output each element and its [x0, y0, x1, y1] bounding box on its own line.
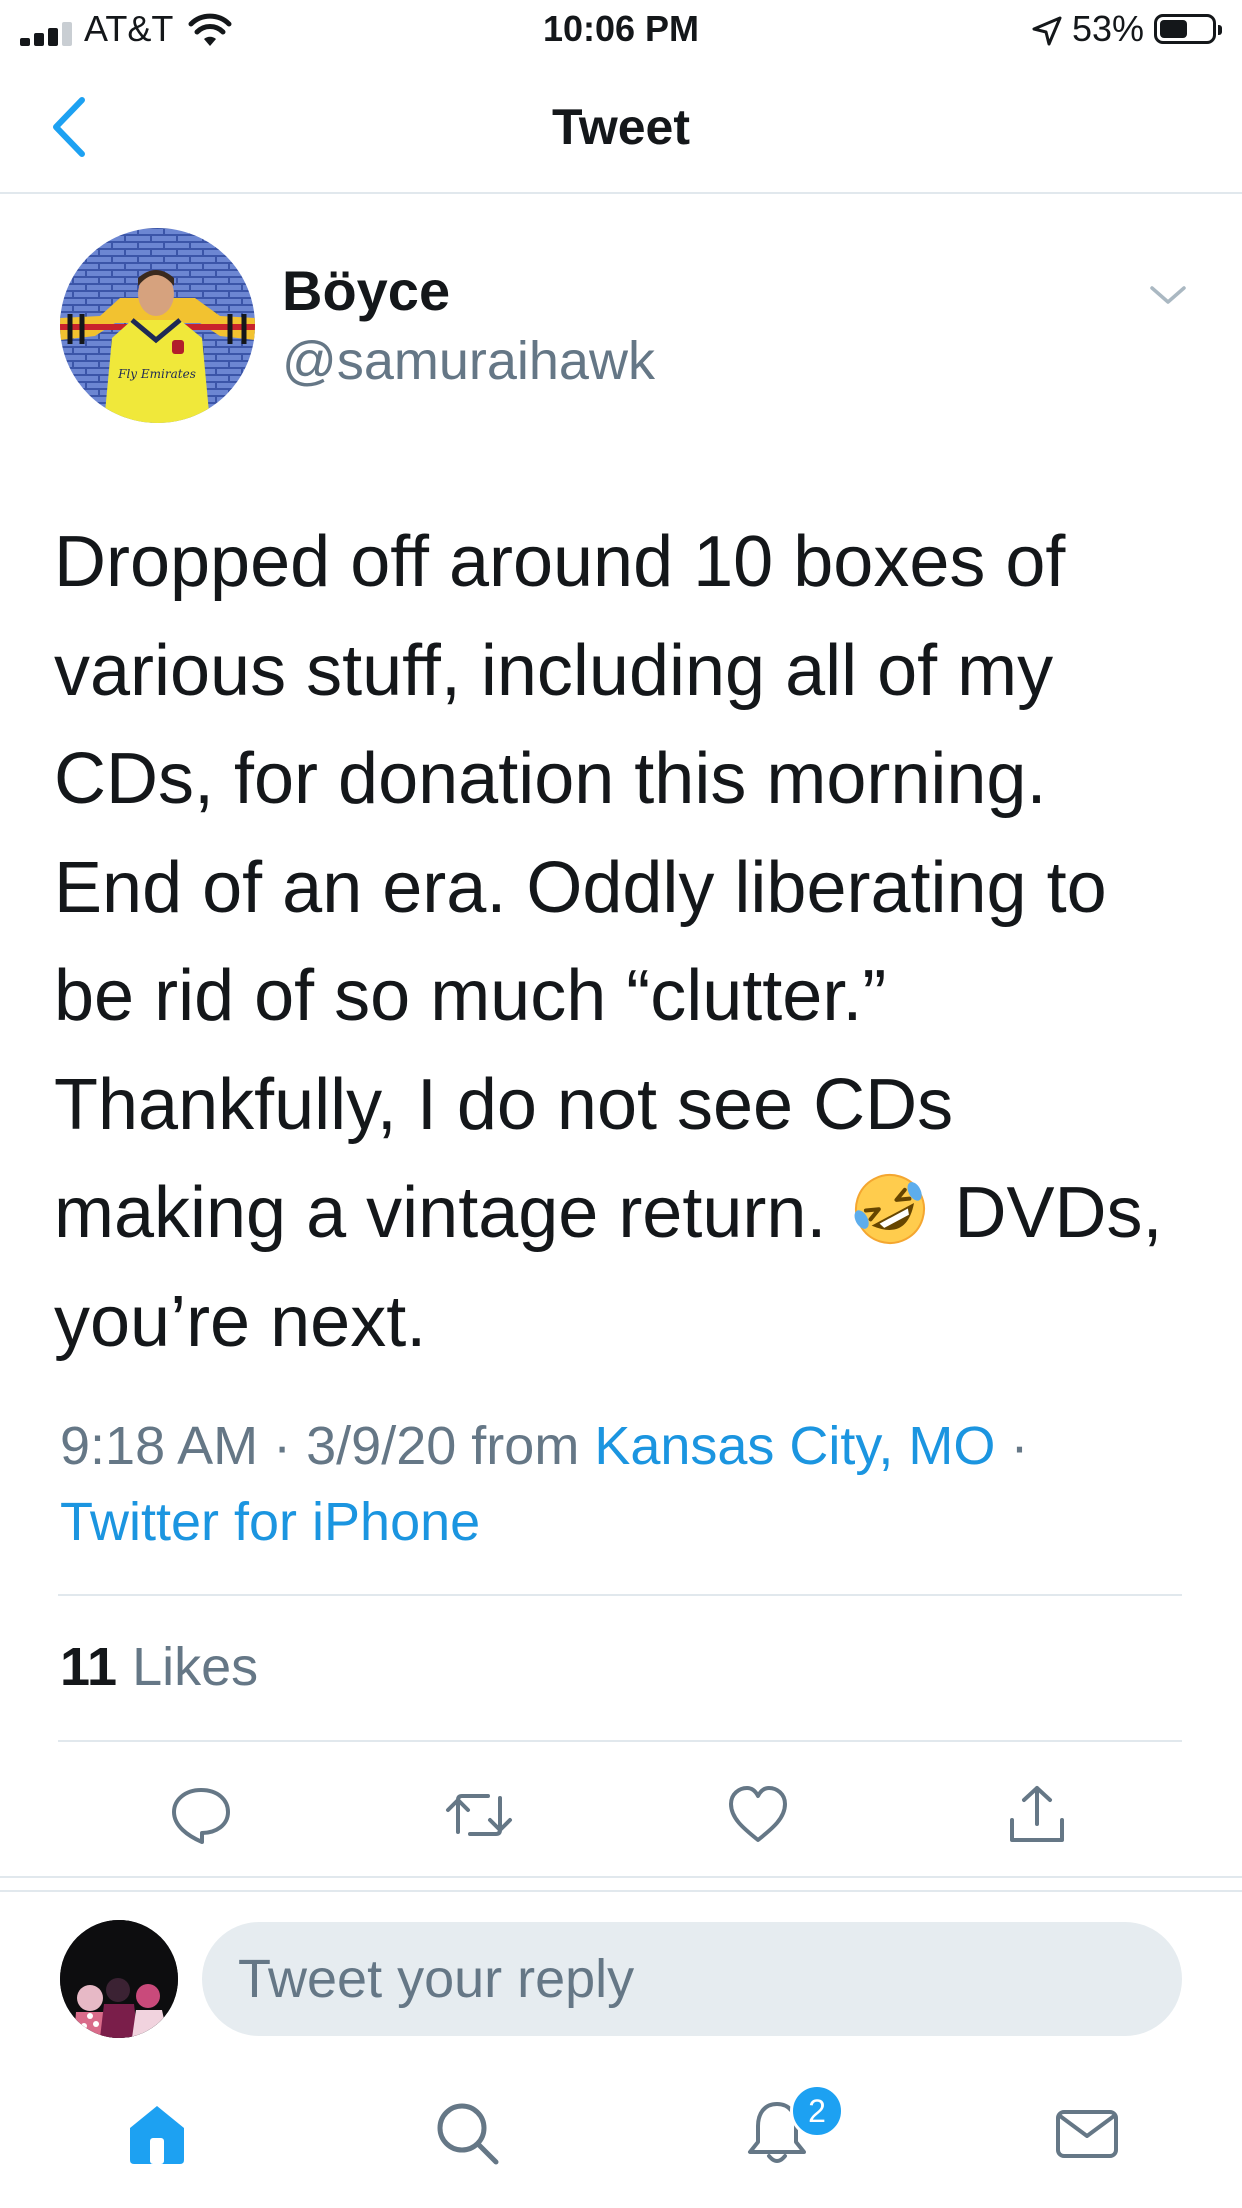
- tweet-time: 9:18 AM: [60, 1416, 259, 1476]
- retweet-icon[interactable]: [444, 1780, 514, 1850]
- messages-icon[interactable]: [1052, 2098, 1122, 2168]
- avatar-shirt-text: Fly Emirates: [117, 367, 196, 381]
- tweet-location-link[interactable]: Kansas City, MO: [594, 1416, 995, 1476]
- tweet-text-line: CDs, for donation this morning.: [54, 739, 1047, 819]
- tweet-date: 3/9/20: [306, 1416, 457, 1476]
- divider: [58, 1594, 1182, 1596]
- tweet-source-link[interactable]: Twitter for iPhone: [60, 1492, 480, 1552]
- reply-input[interactable]: Tweet your reply: [202, 1922, 1182, 2036]
- battery-percentage: 53%: [1072, 8, 1145, 49]
- tweet-text-segment: DVDs,: [954, 1173, 1163, 1253]
- section-separator: [0, 1876, 1242, 1892]
- author-avatar-image: Fly Emirates: [60, 228, 255, 423]
- meta-separator: ·: [273, 1416, 292, 1476]
- meta-separator: ·: [1010, 1416, 1029, 1476]
- tweet-text-segment: making a vintage return.: [54, 1173, 827, 1253]
- notification-badge: 2: [790, 2084, 844, 2138]
- likes-count[interactable]: 11 Likes: [60, 1636, 258, 1698]
- tweet-text-line: End of an era. Oddly liberating to: [54, 847, 1107, 928]
- author-display-name[interactable]: Böyce: [282, 258, 450, 323]
- reply-icon[interactable]: [166, 1780, 236, 1850]
- user-avatar-image: [60, 1920, 178, 2038]
- tweet-text-line: be rid of so much “clutter.”: [54, 956, 887, 1036]
- likes-number: 11: [60, 1637, 118, 1697]
- chevron-down-icon[interactable]: [1148, 280, 1188, 310]
- tweet-meta: 9:18 AM · 3/9/20 from Kansas City, MO · …: [60, 1408, 1200, 1560]
- user-avatar[interactable]: [60, 1920, 178, 2038]
- location-services-icon: [1032, 16, 1062, 46]
- tweet-text-line: Thankfully, I do not see CDs: [54, 1064, 954, 1145]
- tweet-text-line: various stuff, including all of my: [54, 630, 1054, 711]
- tweet-text-line-with-emoji: making a vintage return. DVDs,: [54, 1159, 1204, 1268]
- tweet-text: Dropped off around 10 boxes of various s…: [54, 508, 1204, 1376]
- tweet-text-line: you’re next.: [54, 1281, 427, 1362]
- tweet-text-line: Dropped off around 10 boxes of: [54, 522, 1066, 602]
- share-icon[interactable]: [1002, 1780, 1072, 1850]
- rolling-on-floor-laughing-emoji: [854, 1174, 926, 1244]
- author-handle[interactable]: @samuraihawk: [282, 330, 655, 392]
- meta-from: from: [471, 1416, 580, 1476]
- divider: [58, 1740, 1182, 1742]
- page-title: Tweet: [552, 99, 690, 155]
- battery-icon: [1154, 14, 1222, 44]
- author-avatar[interactable]: Fly Emirates: [60, 228, 255, 423]
- like-icon[interactable]: [723, 1780, 793, 1850]
- likes-label: Likes: [132, 1637, 259, 1697]
- nav-header: Tweet: [0, 62, 1242, 194]
- search-icon[interactable]: [432, 2098, 502, 2168]
- home-icon[interactable]: [122, 2098, 192, 2168]
- status-bar: AT&T 10:06 PM 53%: [0, 0, 1242, 62]
